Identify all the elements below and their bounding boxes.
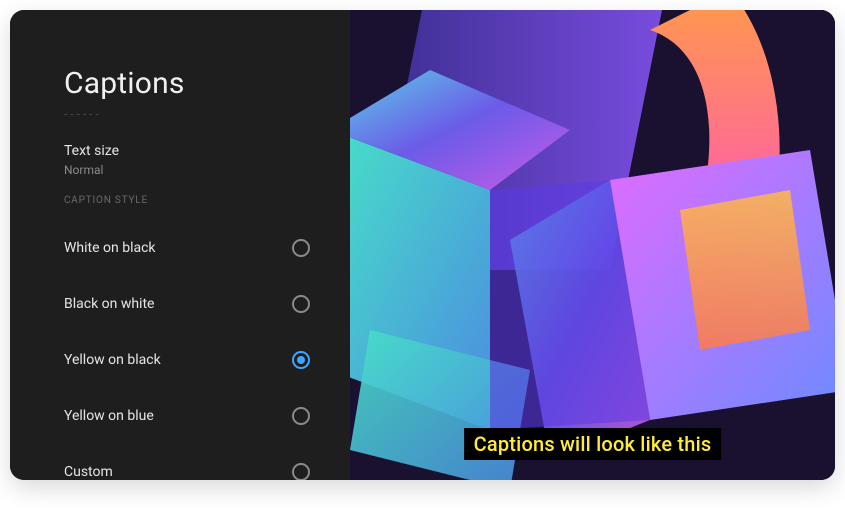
option-label: Yellow on blue — [64, 408, 154, 424]
option-label: Black on white — [64, 296, 154, 312]
page-title: Captions — [64, 66, 314, 101]
option-black-on-white[interactable]: Black on white — [64, 276, 314, 332]
captions-settings-panel: Captions - - - - - - Text size Normal CA… — [10, 10, 350, 480]
text-size-setting[interactable]: Text size Normal — [64, 143, 314, 177]
caption-preview-area: Captions will look like this — [350, 10, 835, 480]
radio-icon — [292, 239, 310, 257]
option-label: White on black — [64, 240, 156, 256]
caption-sample-text: Captions will look like this — [464, 428, 722, 460]
option-yellow-on-black[interactable]: Yellow on black — [64, 332, 314, 388]
preview-art — [350, 10, 835, 480]
text-size-value: Normal — [64, 163, 314, 177]
radio-icon — [292, 463, 310, 480]
radio-icon — [292, 295, 310, 313]
radio-icon — [292, 407, 310, 425]
option-custom[interactable]: Custom — [64, 444, 314, 480]
radio-icon-selected — [292, 351, 310, 369]
previous-setting-faded: - - - - - - — [64, 107, 314, 121]
text-size-label: Text size — [64, 143, 314, 159]
option-yellow-on-blue[interactable]: Yellow on blue — [64, 388, 314, 444]
caption-style-options: White on black Black on white Yellow on … — [64, 220, 314, 480]
option-label: Custom — [64, 464, 113, 480]
caption-style-header: CAPTION STYLE — [64, 195, 314, 206]
settings-screen: Captions - - - - - - Text size Normal CA… — [10, 10, 835, 480]
option-label: Yellow on black — [64, 352, 161, 368]
option-white-on-black[interactable]: White on black — [64, 220, 314, 276]
